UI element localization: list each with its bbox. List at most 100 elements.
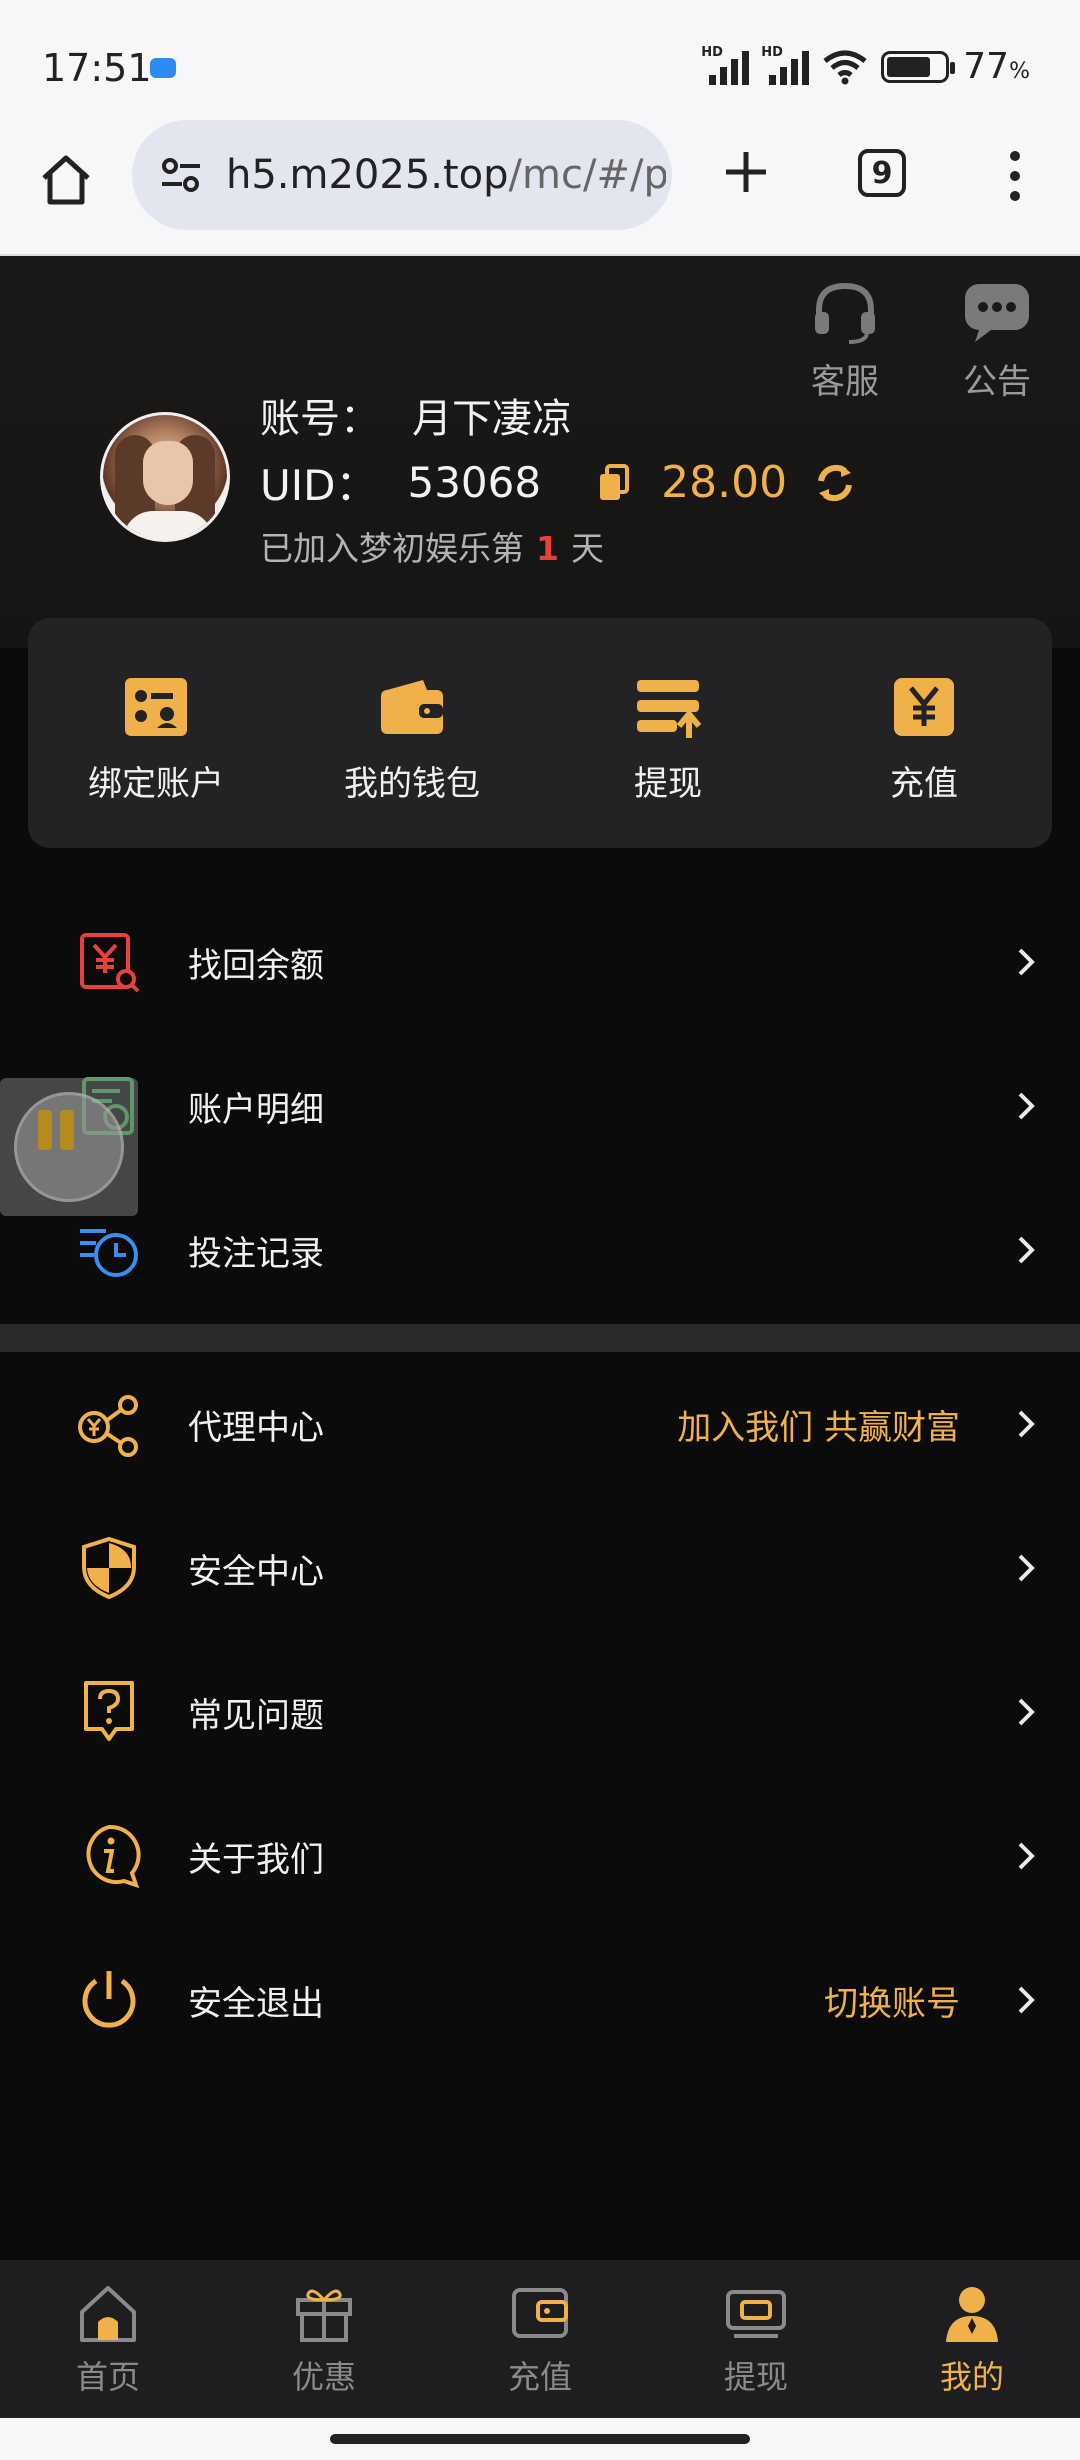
menu-label: 投注记录 (188, 1233, 324, 1274)
menu-label: 找回余额 (188, 945, 324, 986)
url-bar[interactable]: h5.m2025.top/mc/#/p (132, 120, 672, 230)
account-prefix: 账号： (260, 396, 380, 442)
url-text[interactable]: h5.m2025.top/mc/#/p (226, 152, 666, 198)
menu-group-account: 代理中心 加入我们 共赢财富 安全中心 常见问题 关于我们 安全退出 切换账号 (0, 1352, 1080, 2072)
joined-prefix: 已加入梦初娱乐第 (260, 529, 524, 568)
browser-toolbar: h5.m2025.top/mc/#/p 9 (0, 120, 1080, 256)
action-label: 充值 (890, 764, 958, 804)
quick-actions-card: 绑定账户 我的钱包 提现 充值 (28, 618, 1052, 848)
faq-icon (84, 1681, 134, 1741)
power-icon (82, 1971, 136, 2028)
action-my-wallet[interactable]: 我的钱包 (284, 618, 540, 848)
floating-player-button[interactable] (0, 1078, 138, 1216)
home-icon (80, 2286, 136, 2342)
tab-switcher-button[interactable]: 9 (858, 149, 906, 197)
menu-extra-text[interactable]: 切换账号 (824, 1976, 960, 2025)
chat-bubble-icon (965, 284, 1029, 342)
joined-suffix: 天 (570, 529, 604, 568)
recharge-icon (894, 678, 954, 736)
nav-label: 充值 (507, 2358, 572, 2396)
recharge-wallet-icon (512, 2288, 568, 2338)
menu-label: 常见问题 (188, 1695, 324, 1736)
withdraw-card-icon (726, 2290, 786, 2338)
refresh-icon[interactable] (815, 463, 855, 503)
chevron-right-icon (1018, 1092, 1035, 1120)
nav-label: 提现 (723, 2358, 788, 2396)
site-settings-icon[interactable] (158, 152, 204, 198)
menu-security-center[interactable]: 安全中心 (0, 1496, 1080, 1640)
nav-home[interactable]: 首页 (0, 2260, 216, 2418)
menu-account-detail[interactable]: 账户明细 (0, 1034, 1080, 1178)
uid-line: UID： 53068 28.00 (260, 452, 855, 513)
menu-recover-balance[interactable]: 找回余额 (0, 890, 1080, 1034)
action-label: 绑定账户 (88, 764, 224, 804)
balance-value: 28.00 (661, 457, 788, 508)
menu-label: 账户明细 (188, 1089, 324, 1130)
chevron-right-icon (1018, 1842, 1035, 1870)
signal-icon: HD (701, 45, 750, 85)
menu-label: 代理中心 (188, 1407, 324, 1448)
avatar[interactable] (100, 412, 230, 542)
recover-balance-icon (80, 933, 140, 993)
status-time: 17:51 (42, 46, 152, 90)
info-icon (86, 1824, 141, 1889)
nav-label: 首页 (75, 2358, 140, 2396)
wallet-icon (381, 680, 443, 734)
signal-hd-label-2: HD (761, 44, 783, 60)
signal-hd-label: HD (701, 44, 723, 60)
chevron-right-icon (1018, 1554, 1035, 1582)
gift-icon (296, 2289, 352, 2342)
account-line: 账号： 月下凄凉 (260, 386, 572, 444)
section-divider (0, 1324, 1080, 1352)
uid-value: 53068 (407, 458, 542, 507)
url-host: h5.m2025.top (226, 152, 509, 198)
action-withdraw[interactable]: 提现 (540, 618, 796, 848)
withdraw-icon (637, 680, 702, 738)
menu-faq[interactable]: 常见问题 (0, 1640, 1080, 1784)
chevron-right-icon (1018, 1236, 1035, 1264)
nav-promotions[interactable]: 优惠 (216, 2260, 432, 2418)
chevron-right-icon (1018, 948, 1035, 976)
menu-extra-text: 加入我们 共赢财富 (677, 1407, 960, 1448)
notice-button[interactable]: 公告 (942, 280, 1052, 403)
menu-logout[interactable]: 安全退出 切换账号 (0, 1928, 1080, 2072)
profile-header: 客服 公告 账号： 月下凄凉 UID： 53068 28.00 已加入梦初娱乐第 1… (0, 256, 1080, 648)
menu-label: 安全退出 (188, 1983, 324, 2024)
battery-unit: % (1009, 59, 1030, 84)
nav-withdraw[interactable]: 提现 (648, 2260, 864, 2418)
menu-bet-record[interactable]: 投注记录 (0, 1178, 1080, 1322)
user-icon (946, 2287, 998, 2342)
account-name: 月下凄凉 (412, 396, 572, 442)
menu-agent-center[interactable]: 代理中心 加入我们 共赢财富 (0, 1352, 1080, 1496)
bind-account-icon (125, 678, 187, 736)
action-label: 我的钱包 (344, 764, 480, 804)
wifi-icon (823, 50, 867, 84)
customer-service-button[interactable]: 客服 (790, 280, 900, 403)
bet-record-icon (80, 1229, 138, 1277)
bottom-nav: 首页 优惠 充值 提现 我的 (0, 2260, 1080, 2418)
nav-mine[interactable]: 我的 (864, 2260, 1080, 2418)
action-label: 提现 (634, 764, 702, 804)
menu-about-us[interactable]: 关于我们 (0, 1784, 1080, 1928)
gesture-bar[interactable] (0, 2418, 1080, 2460)
agent-icon (78, 1395, 138, 1457)
more-menu-icon[interactable] (1000, 150, 1030, 202)
action-bind-account[interactable]: 绑定账户 (28, 618, 284, 848)
copy-icon[interactable] (597, 463, 631, 502)
shield-icon (82, 1536, 136, 1600)
action-recharge[interactable]: 充值 (796, 618, 1052, 848)
chevron-right-icon (1018, 1410, 1035, 1438)
new-tab-icon[interactable] (716, 142, 776, 202)
nav-recharge[interactable]: 充值 (432, 2260, 648, 2418)
customer-service-label: 客服 (811, 362, 879, 402)
pause-icon (38, 1110, 74, 1154)
headset-icon (815, 282, 875, 344)
menu-label: 关于我们 (188, 1839, 324, 1880)
joined-days-line: 已加入梦初娱乐第 1 天 (260, 522, 604, 570)
chevron-right-icon (1018, 1698, 1035, 1726)
url-path: /mc/#/p (508, 152, 666, 198)
nav-label: 优惠 (291, 2358, 356, 2396)
nav-label: 我的 (939, 2358, 1004, 2396)
home-icon[interactable] (36, 150, 96, 210)
battery-text: 77% (963, 46, 1030, 87)
